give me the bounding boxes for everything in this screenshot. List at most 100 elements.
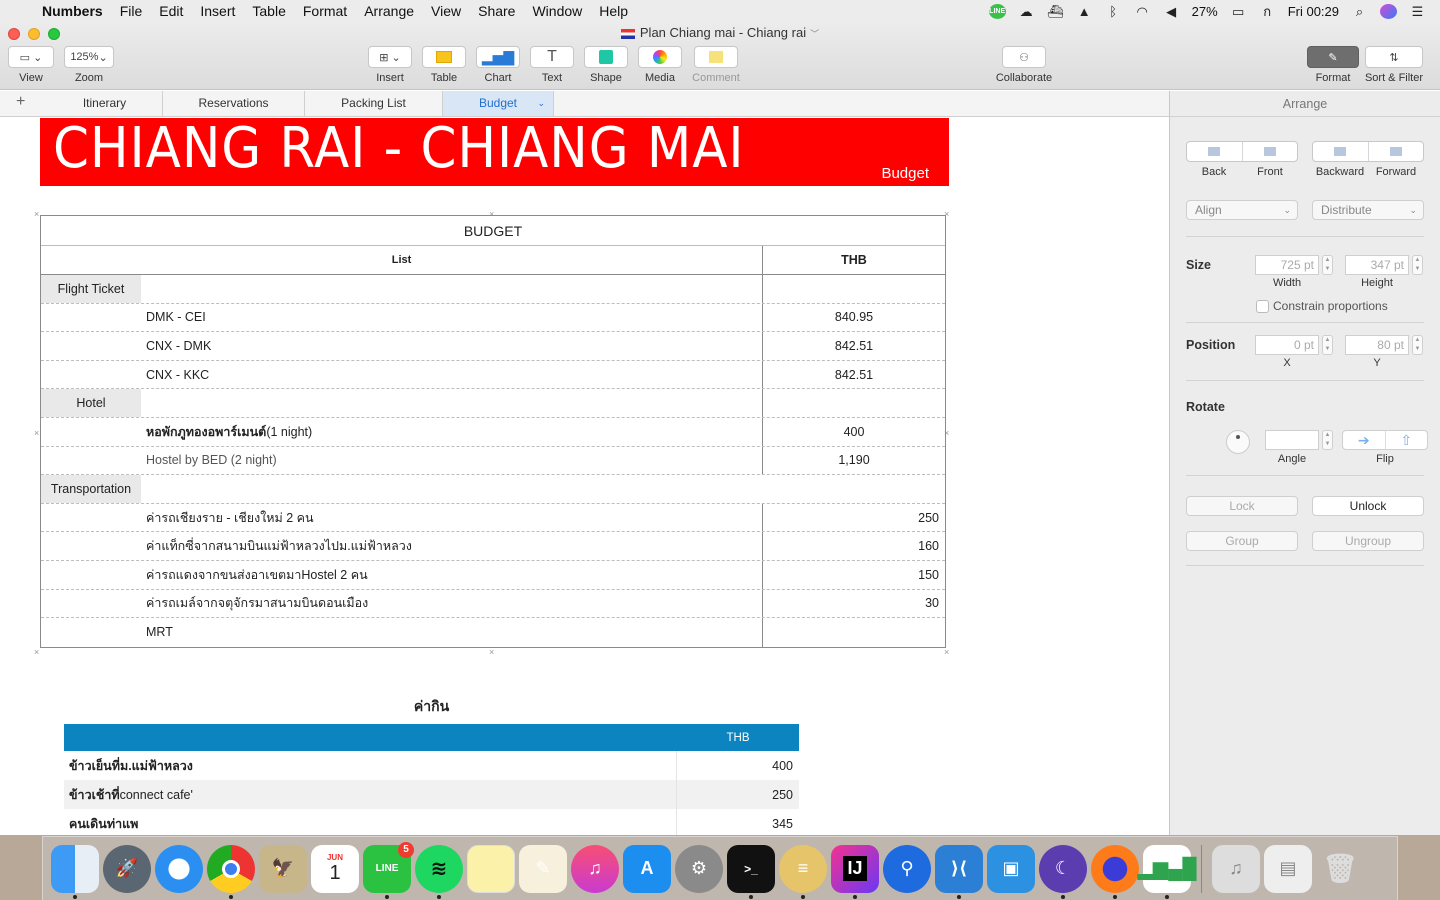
item-cell[interactable]: CNX - KKC (141, 361, 762, 389)
food-table-title[interactable]: ค่ากิน (64, 696, 799, 718)
thb-cell[interactable]: 250 (762, 503, 945, 532)
downloads-stack-icon[interactable]: ▤ (1264, 844, 1312, 893)
insert-button[interactable]: ⊞ ⌄ (368, 46, 412, 68)
backward-button[interactable] (1313, 142, 1369, 161)
collaborate-tool[interactable]: ⚇ Collaborate (994, 46, 1054, 84)
budget-table-title[interactable]: BUDGET (41, 216, 945, 246)
front-button[interactable] (1243, 142, 1298, 161)
vscode-icon[interactable]: ⟩⟨ (935, 844, 983, 899)
menu-edit[interactable]: Edit (159, 3, 183, 19)
constrain-proportions-checkbox[interactable] (1256, 300, 1269, 313)
forward-button[interactable] (1369, 142, 1424, 161)
selection-handle[interactable]: × (34, 210, 39, 219)
adobe-icon[interactable]: ▲ (1076, 4, 1093, 19)
menu-file[interactable]: File (120, 3, 143, 19)
battery-icon[interactable]: ▭ (1230, 4, 1247, 19)
thb-cell[interactable]: 30 (762, 589, 945, 618)
tab-itinerary[interactable]: Itinerary (47, 91, 163, 116)
item-cell[interactable]: ค่ารถเมล์จากจตุจักรมาสนามบินดอนเมือง (141, 590, 762, 618)
format-tool[interactable]: ✎ Format (1307, 46, 1359, 84)
sort-filter-tool[interactable]: ⇅ Sort & Filter (1361, 46, 1427, 84)
add-sheet-icon[interactable]: + (16, 93, 25, 111)
width-stepper[interactable]: ▲ ▼ (1322, 255, 1333, 275)
zoom-tool[interactable]: 125% ⌄ Zoom (64, 46, 114, 84)
media-tool[interactable]: Media (638, 46, 682, 84)
category-cell[interactable] (41, 618, 141, 647)
view-tool[interactable]: ▭ ⌄ View (8, 46, 54, 84)
menu-view[interactable]: View (431, 3, 461, 19)
thb-cell[interactable]: 842.51 (762, 360, 945, 389)
pages-icon[interactable]: ✎ (519, 844, 567, 893)
title-banner[interactable]: CHIANG RAI - CHIANG MAI Budget (40, 118, 949, 186)
calendar-icon[interactable]: JUN 1 (311, 844, 359, 893)
height-stepper[interactable]: ▲ ▼ (1412, 255, 1423, 275)
food-name-cell[interactable]: คนเดินท่าแพ (64, 809, 677, 835)
food-name-cell[interactable]: ข้าวเช้าที่ connect cafe' (64, 780, 677, 809)
line-app-icon[interactable]: LINE 5 (363, 841, 414, 899)
item-cell[interactable]: CNX - DMK (141, 332, 762, 360)
launchpad-icon[interactable]: 🚀 (103, 844, 151, 893)
item-cell[interactable]: MRT (141, 618, 762, 647)
distribute-dropdown[interactable]: Distribute ⌄ (1312, 200, 1424, 220)
category-cell[interactable] (41, 561, 141, 589)
item-cell[interactable]: หอพักภูทองอพาร์เมนต์ (1 night) (141, 418, 762, 446)
notification-center-icon[interactable]: ☰ (1409, 4, 1426, 19)
moon-app-icon[interactable]: ☾ (1039, 844, 1087, 899)
finder-icon[interactable] (51, 844, 99, 899)
remote-desktop-icon[interactable]: ▣ (987, 844, 1035, 893)
thb-cell[interactable]: 1,190 (762, 446, 945, 475)
thb-cell[interactable] (762, 275, 945, 303)
position-y-stepper[interactable]: ▲ ▼ (1412, 335, 1423, 355)
angle-field[interactable] (1265, 430, 1319, 450)
selection-handle[interactable]: × (944, 648, 949, 657)
selection-handle[interactable]: × (34, 429, 39, 438)
position-x-stepper[interactable]: ▲ ▼ (1322, 335, 1333, 355)
menu-share[interactable]: Share (478, 3, 515, 19)
thb-cell[interactable] (762, 618, 945, 647)
width-field[interactable]: 725 pt (1255, 255, 1319, 275)
thb-cell[interactable]: 840.95 (762, 303, 945, 332)
item-cell[interactable]: ค่ารถเชียงราย - เชียงใหม่ 2 คน (141, 504, 762, 532)
clock[interactable]: Fri 00:29 (1288, 4, 1339, 19)
item-cell[interactable]: ค่ารถแดงจากขนส่งอาเขตมาHostel 2 คน (141, 561, 762, 589)
text-button[interactable]: T (530, 46, 574, 68)
category-cell[interactable] (41, 504, 141, 532)
numbers-app-icon[interactable]: ▂▆▄█ (1137, 844, 1197, 899)
item-cell[interactable]: ค่าแท็กซี่จากสนามบินแม่ฟ้าหลวงไปม.แม่ฟ้า… (141, 532, 762, 560)
position-y-field[interactable]: 80 pt (1345, 335, 1409, 355)
category-cell[interactable] (41, 418, 141, 446)
shape-tool[interactable]: Shape (584, 46, 628, 84)
comment-tool[interactable]: Comment (692, 46, 740, 84)
food-col-thb[interactable]: THB (677, 732, 799, 744)
chevron-down-icon[interactable]: ⌄ (537, 91, 545, 116)
bluetooth-icon[interactable]: ᛒ (1105, 4, 1122, 19)
creative-cloud-icon[interactable]: ☁ (1018, 4, 1035, 19)
height-field[interactable]: 347 pt (1345, 255, 1409, 275)
menu-table[interactable]: Table (252, 3, 285, 19)
volume-icon[interactable]: ◀ (1163, 4, 1180, 19)
align-dropdown[interactable]: Align ⌄ (1186, 200, 1298, 220)
trash-icon[interactable]: 🗑 (1316, 845, 1364, 893)
chart-button[interactable]: ▂▅▇ (476, 46, 520, 68)
text-tool[interactable]: T Text (530, 46, 574, 84)
group-button[interactable]: Group (1186, 531, 1298, 551)
col-header-list[interactable]: List (41, 254, 762, 266)
item-cell[interactable] (141, 275, 762, 303)
position-x-field[interactable]: 0 pt (1255, 335, 1319, 355)
spotify-icon[interactable]: ≋ (415, 844, 463, 899)
thb-cell[interactable] (762, 475, 945, 503)
comment-button[interactable] (694, 46, 738, 68)
line-status-icon[interactable]: LINE (988, 3, 1006, 19)
input-source-icon[interactable]: ก (1259, 4, 1276, 19)
document-title[interactable]: Plan Chiang mai - Chiang rai ﹀ (0, 25, 1440, 40)
terminal-icon[interactable]: >_ (727, 844, 775, 899)
chart-tool[interactable]: ▂▅▇ Chart (476, 46, 520, 84)
menu-arrange[interactable]: Arrange (364, 3, 414, 19)
rotate-knob[interactable] (1226, 430, 1250, 454)
siri-icon[interactable] (1380, 3, 1397, 19)
menu-insert[interactable]: Insert (200, 3, 235, 19)
thb-cell[interactable]: 150 (762, 560, 945, 589)
inspector-tab-arrange[interactable]: Arrange (1170, 91, 1440, 117)
budget-table[interactable]: BUDGET List THB Flight Ticket DMK - CEI 84… (40, 215, 946, 648)
safari-icon[interactable] (155, 844, 203, 893)
